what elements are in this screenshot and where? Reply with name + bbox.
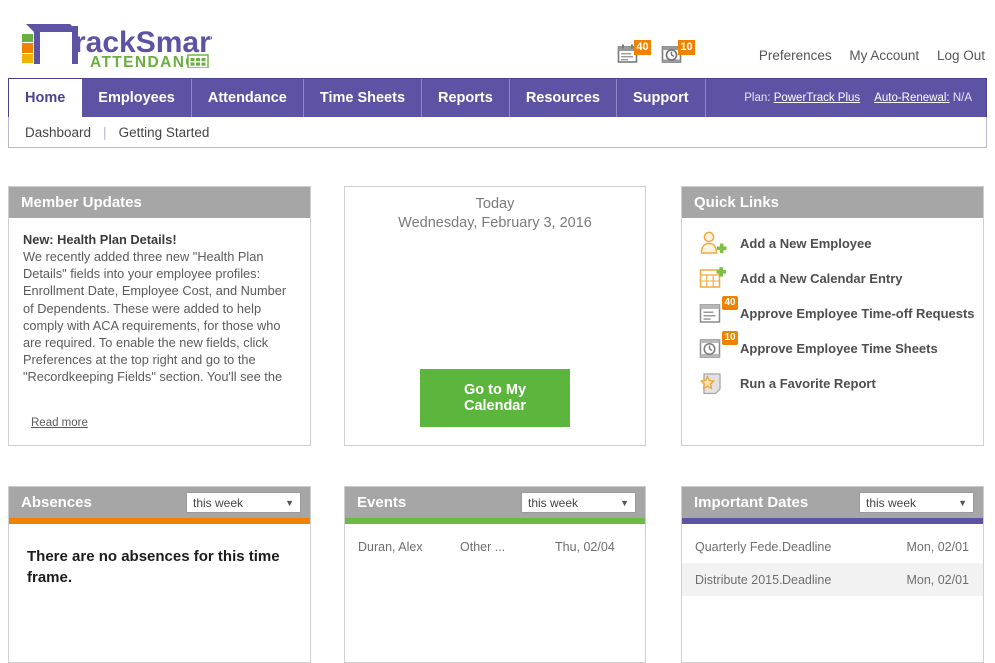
quick-link-label: Add a New Employee xyxy=(740,236,872,251)
member-updates-panel: Member Updates New: Health Plan Details!… xyxy=(8,186,311,446)
nav-tab-attendance[interactable]: Attendance xyxy=(192,79,304,117)
time-off-requests-count: 40 xyxy=(634,40,651,55)
important-dates-header: Important Dates this week ▼ xyxy=(682,487,983,518)
absences-panel: Absences this week ▼ There are no absenc… xyxy=(8,486,311,663)
page-header: rackSmart ATTENDANCE 40 10 Preferences M… xyxy=(0,0,995,78)
events-title: Events xyxy=(357,494,407,511)
date-type: Deadline xyxy=(782,572,832,587)
plan-label: Plan: xyxy=(744,92,771,104)
important-dates-title: Important Dates xyxy=(694,494,809,511)
chevron-down-icon: ▼ xyxy=(620,497,629,508)
important-dates-period-value: this week xyxy=(866,495,917,510)
chevron-down-icon: ▼ xyxy=(285,497,294,508)
secondary-navigation: Dashboard | Getting Started xyxy=(8,117,987,148)
time-sheets-count: 10 xyxy=(678,40,695,55)
nav-tab-home[interactable]: Home xyxy=(9,79,83,117)
events-list: Duran, Alex Other ... Thu, 02/04 xyxy=(345,524,645,563)
member-updates-headline: New: Health Plan Details! xyxy=(23,232,177,247)
absences-empty-message: There are no absences for this time fram… xyxy=(27,548,280,586)
quick-links-header: Quick Links xyxy=(682,187,983,218)
approve-time-off-icon: 40 xyxy=(696,295,740,330)
time-off-requests-badge[interactable]: 40 xyxy=(617,40,651,66)
quick-link-favorite-report[interactable]: Run a Favorite Report xyxy=(682,366,983,401)
nav-tab-resources[interactable]: Resources xyxy=(510,79,617,117)
add-calendar-entry-icon xyxy=(696,263,740,295)
tracksmart-logo-icon: rackSmart ATTENDANCE xyxy=(22,24,212,68)
nav-tab-reports[interactable]: Reports xyxy=(422,79,510,117)
absences-header: Absences this week ▼ xyxy=(9,487,310,518)
date-type: Deadline xyxy=(782,539,832,554)
events-panel: Events this week ▼ Duran, Alex Other ...… xyxy=(344,486,646,663)
event-date: Thu, 02/04 xyxy=(555,539,615,554)
subnav-divider: | xyxy=(103,124,107,140)
member-updates-title: Member Updates xyxy=(21,194,142,211)
events-header: Events this week ▼ xyxy=(345,487,645,518)
favorite-report-icon xyxy=(696,368,740,400)
auto-renewal-value: N/A xyxy=(952,92,972,104)
plan-info: Plan: PowerTrack Plus Auto-Renewal: N/A xyxy=(744,79,986,117)
go-to-my-calendar-button[interactable]: Go to My Calendar xyxy=(420,369,570,427)
quick-link-label: Add a New Calendar Entry xyxy=(740,271,903,286)
table-row[interactable]: Distribute 2015... Deadline Mon, 02/01 xyxy=(682,563,983,596)
approve-time-sheets-icon: 10 xyxy=(696,330,740,365)
important-dates-list: Quarterly Fede... Deadline Mon, 02/01 Di… xyxy=(682,524,983,596)
table-row[interactable]: Duran, Alex Other ... Thu, 02/04 xyxy=(345,530,645,563)
quick-link-add-employee[interactable]: Add a New Employee xyxy=(682,226,983,261)
events-period-select[interactable]: this week ▼ xyxy=(521,492,636,513)
quick-link-label: Approve Employee Time Sheets xyxy=(740,341,938,356)
subnav-item-dashboard[interactable]: Dashboard xyxy=(25,125,91,140)
auto-renewal-label[interactable]: Auto-Renewal: xyxy=(874,92,949,104)
quick-link-approve-time-off[interactable]: 40 Approve Employee Time-off Requests xyxy=(682,295,983,331)
utility-links: Preferences My Account Log Out xyxy=(759,48,985,63)
plan-value[interactable]: PowerTrack Plus xyxy=(774,92,861,104)
important-dates-period-select[interactable]: this week ▼ xyxy=(859,492,974,513)
time-off-count-badge: 40 xyxy=(722,295,738,310)
date-name: Quarterly Fede... xyxy=(695,539,782,554)
today-date: Wednesday, February 3, 2016 xyxy=(398,215,592,231)
log-out-link[interactable]: Log Out xyxy=(937,48,985,63)
nav-tab-time-sheets[interactable]: Time Sheets xyxy=(304,79,423,117)
events-period-value: this week xyxy=(528,495,579,510)
quick-link-label: Approve Employee Time-off Requests xyxy=(740,306,975,321)
quick-links-list: Add a New Employee Add a New Calendar En… xyxy=(682,218,983,401)
member-updates-header: Member Updates xyxy=(9,187,310,218)
table-row[interactable]: Quarterly Fede... Deadline Mon, 02/01 xyxy=(682,530,983,563)
absences-period-select[interactable]: this week ▼ xyxy=(186,492,301,513)
quick-link-label: Run a Favorite Report xyxy=(740,376,876,391)
quick-links-panel: Quick Links Add a New Employee Add a New… xyxy=(681,186,984,446)
date-value: Mon, 02/01 xyxy=(906,539,969,554)
attendance-grid-icon xyxy=(187,54,209,68)
member-updates-text: We recently added three new "Health Plan… xyxy=(23,249,287,385)
date-value: Mon, 02/01 xyxy=(906,572,969,587)
nav-tab-support[interactable]: Support xyxy=(617,79,706,117)
preferences-link[interactable]: Preferences xyxy=(759,48,832,63)
quick-links-title: Quick Links xyxy=(694,194,780,211)
chevron-down-icon: ▼ xyxy=(958,497,967,508)
time-sheets-count-badge: 10 xyxy=(722,330,738,345)
my-account-link[interactable]: My Account xyxy=(849,48,919,63)
nav-tab-employees[interactable]: Employees xyxy=(82,79,192,117)
add-employee-icon xyxy=(696,228,740,260)
quick-link-approve-time-sheets[interactable]: 10 Approve Employee Time Sheets xyxy=(682,330,983,366)
today-panel: Today Wednesday, February 3, 2016 Go to … xyxy=(344,186,646,446)
time-sheets-badge[interactable]: 10 xyxy=(661,40,695,66)
date-name: Distribute 2015... xyxy=(695,572,782,587)
read-more-link[interactable]: Read more xyxy=(31,417,88,429)
quick-link-add-calendar-entry[interactable]: Add a New Calendar Entry xyxy=(682,261,983,296)
header-notification-badges: 40 10 xyxy=(617,40,695,66)
member-updates-body: New: Health Plan Details! We recently ad… xyxy=(9,218,310,396)
absences-title: Absences xyxy=(21,494,92,511)
event-name: Duran, Alex xyxy=(358,539,423,554)
main-navigation: Home Employees Attendance Time Sheets Re… xyxy=(8,78,987,117)
tracksmart-logo[interactable]: rackSmart ATTENDANCE xyxy=(12,12,212,68)
absences-period-value: this week xyxy=(193,495,244,510)
important-dates-panel: Important Dates this week ▼ Quarterly Fe… xyxy=(681,486,984,663)
subnav-item-getting-started[interactable]: Getting Started xyxy=(119,125,210,140)
event-type: Other ... xyxy=(460,539,506,554)
app-page: rackSmart ATTENDANCE 40 10 Preferences M… xyxy=(0,0,995,663)
today-label: Today xyxy=(475,196,515,212)
